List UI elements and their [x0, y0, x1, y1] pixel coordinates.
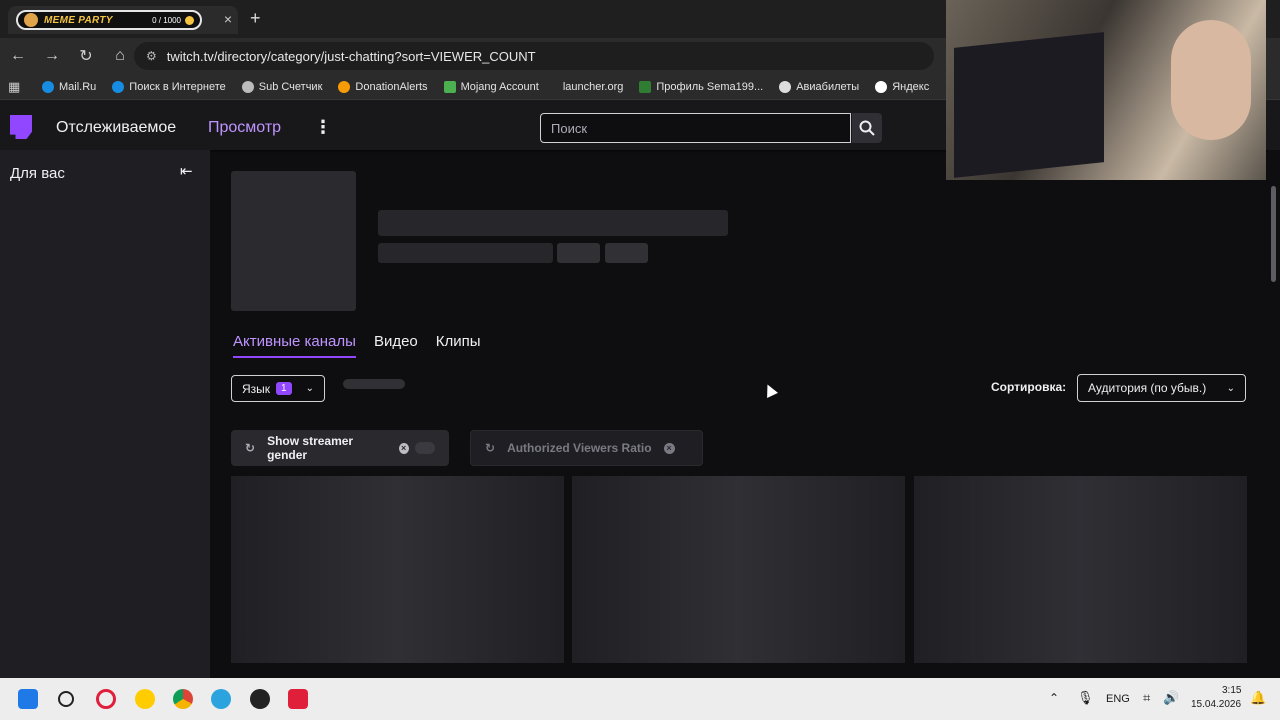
bookmark-item[interactable]: Авиабилеты: [779, 80, 859, 93]
meme-party-label: MEME PARTY: [44, 14, 113, 26]
address-bar[interactable]: ⚙ twitch.tv/directory/category/just-chat…: [134, 42, 934, 70]
bookmark-item[interactable]: Mail.Ru: [42, 80, 96, 93]
chrome-icon[interactable]: [173, 689, 193, 709]
clock-date[interactable]: 15.04.2026: [1191, 699, 1241, 710]
webcam-person: [1171, 20, 1251, 140]
bookmark-item[interactable]: launcher.org: [563, 81, 624, 93]
windows-taskbar: ⌃ 🎙 ENG ⌗ 🔊 3:15 15.04.2026 🔔: [0, 678, 1280, 720]
stream-card-placeholder[interactable]: [914, 476, 1247, 663]
plane-icon: [779, 80, 792, 93]
meme-party-widget: MEME PARTY 0 / 1000: [16, 10, 202, 30]
tab-close-icon[interactable]: ×: [224, 11, 232, 27]
opera-icon[interactable]: [96, 689, 116, 709]
apps-grid-icon[interactable]: ▦: [8, 79, 42, 95]
bookmark-item[interactable]: Mojang Account: [443, 80, 539, 93]
volume-icon[interactable]: 🔊: [1163, 690, 1179, 706]
page-scrollbar[interactable]: [1268, 150, 1280, 678]
sub-counter-icon: [241, 80, 254, 93]
chevron-down-icon: ⌄: [1226, 382, 1235, 394]
twitch-logo-icon[interactable]: [10, 115, 32, 139]
pill-label: Authorized Viewers Ratio: [507, 441, 652, 455]
new-tab-button[interactable]: +: [250, 8, 261, 29]
clock-time[interactable]: 3:15: [1222, 685, 1241, 696]
yandex-icon: [875, 80, 888, 93]
stream-card-placeholder[interactable]: [231, 476, 564, 663]
search-engine-icon: [112, 80, 125, 93]
bookmark-item[interactable]: Яндекс: [875, 80, 929, 93]
mail-icon: [42, 80, 54, 93]
tab-videos[interactable]: Видео: [374, 333, 418, 358]
notification-bell-icon[interactable]: 🔔: [1250, 690, 1266, 706]
input-language[interactable]: ENG: [1106, 693, 1130, 705]
profile-icon: [639, 80, 652, 93]
home-icon[interactable]: ⌂: [104, 47, 136, 65]
coin-icon: [185, 15, 194, 25]
webcam-monitor: [954, 32, 1104, 178]
windows-start-icon[interactable]: [18, 689, 38, 709]
bookmark-item[interactable]: Профиль Sema199...: [639, 80, 763, 93]
language-label: Язык: [242, 381, 271, 396]
tab-live-channels[interactable]: Активные каналы: [233, 333, 356, 358]
sort-dropdown[interactable]: Аудитория (по убыв.) ⌄: [1077, 374, 1246, 402]
tray-chevron-icon[interactable]: ⌃: [1049, 691, 1059, 705]
back-arrow-icon[interactable]: ←: [2, 47, 34, 65]
sort-value: Аудитория (по убыв.): [1088, 381, 1207, 395]
chevron-down-icon: ⌄: [305, 383, 314, 394]
close-icon[interactable]: ×: [663, 442, 675, 454]
search-icon[interactable]: [58, 691, 74, 707]
category-image-placeholder: [231, 171, 356, 311]
site-info-icon[interactable]: ⚙: [146, 49, 157, 63]
content-tabs: Активные каналы Видео Клипы: [233, 333, 481, 358]
authorized-viewers-ratio-pill[interactable]: ↻ Authorized Viewers Ratio ×: [470, 430, 703, 466]
title-placeholder: [378, 210, 728, 236]
bookmark-item[interactable]: Поиск в Интернете: [112, 80, 226, 93]
filter-placeholder: [343, 379, 405, 389]
meme-counter: 0 / 1000: [152, 15, 194, 25]
donationalerts-icon: [338, 80, 351, 93]
telegram-icon[interactable]: [211, 689, 231, 709]
url-text: twitch.tv/directory/category/just-chatti…: [166, 48, 536, 64]
toggle-switch[interactable]: [414, 442, 435, 454]
tag-placeholder: [605, 243, 648, 263]
network-icon[interactable]: ⌗: [1143, 690, 1150, 706]
nav-following[interactable]: Отслеживаемое: [56, 119, 176, 137]
reload-icon[interactable]: ↻: [70, 46, 102, 66]
tab-clips[interactable]: Клипы: [436, 333, 481, 358]
more-menu-icon[interactable]: ⋮: [314, 117, 332, 138]
obs-icon[interactable]: [250, 689, 270, 709]
language-filter-button[interactable]: Язык 1 ⌄: [231, 375, 325, 402]
show-streamer-gender-pill[interactable]: ↻ Show streamer gender ×: [231, 430, 449, 466]
search-button[interactable]: [852, 113, 882, 143]
sort-label: Сортировка:: [991, 380, 1067, 394]
left-sidebar: Для вас ⇤: [0, 150, 210, 678]
tag-placeholder: [557, 243, 600, 263]
refresh-icon: ↻: [485, 441, 496, 455]
mojang-icon: [443, 80, 456, 93]
close-icon[interactable]: ×: [398, 442, 409, 454]
refresh-icon: ↻: [245, 441, 256, 455]
forward-arrow-icon[interactable]: →: [36, 47, 68, 65]
stream-card-placeholder[interactable]: [572, 476, 905, 663]
meta-placeholder: [378, 243, 553, 263]
microphone-icon[interactable]: 🎙: [1077, 690, 1094, 706]
search-input[interactable]: Поиск: [540, 113, 851, 143]
nav-browse[interactable]: Просмотр: [208, 119, 281, 137]
browser-tab[interactable]: MEME PARTY 0 / 1000 ×: [8, 6, 238, 34]
collapse-sidebar-icon[interactable]: ⇤: [180, 162, 193, 180]
webcam-overlay: [946, 0, 1266, 180]
yandex-browser-icon[interactable]: [135, 689, 155, 709]
sidebar-title: Для вас: [10, 165, 65, 182]
language-count-badge: 1: [276, 382, 292, 395]
bookmark-item[interactable]: Sub Счетчик: [241, 80, 322, 93]
search-icon: [859, 120, 875, 136]
tiktok-icon[interactable]: [288, 689, 308, 709]
main-content: Активные каналы Видео Клипы Язык 1 ⌄ Сор…: [210, 150, 1268, 678]
scroll-thumb[interactable]: [1271, 186, 1276, 282]
bookmark-item[interactable]: DonationAlerts: [338, 80, 428, 93]
pill-label: Show streamer gender: [267, 434, 354, 462]
doge-icon: [24, 13, 38, 27]
